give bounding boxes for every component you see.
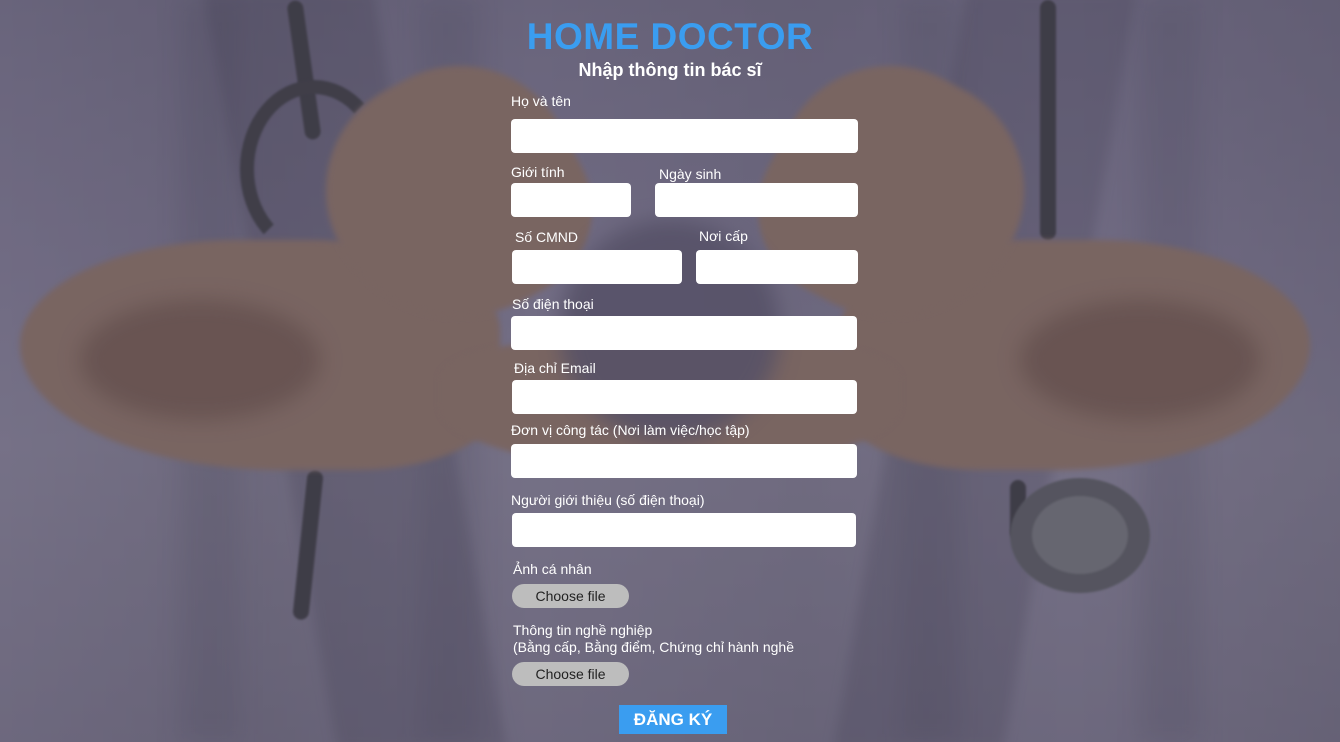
register-button[interactable]: ĐĂNG KÝ <box>619 705 727 734</box>
photo-label: Ảnh cá nhân <box>513 561 592 577</box>
app-title: HOME DOCTOR <box>526 16 814 57</box>
professional-info-sublabel: (Bằng cấp, Bằng điểm, Chứng chỉ hành ngh… <box>513 639 795 655</box>
email-label: Địa chỉ Email <box>514 360 596 376</box>
email-field[interactable] <box>512 380 857 414</box>
issue-place-label: Nơi cấp <box>699 228 748 244</box>
gender-label: Giới tính <box>511 164 565 180</box>
referrer-label: Người giới thiệu (số điện thoại) <box>511 492 705 508</box>
birthday-label: Ngày sinh <box>659 166 722 182</box>
photo-choose-file-button[interactable]: Choose file <box>512 584 629 608</box>
professional-info-label: Thông tin nghề nghiệp <box>513 622 653 638</box>
background-photo <box>0 0 1340 742</box>
workplace-field[interactable] <box>511 444 857 478</box>
full-name-label: Họ và tên <box>511 93 571 109</box>
id-number-label: Số CMND <box>515 229 579 245</box>
birthday-field[interactable] <box>655 183 858 217</box>
phone-field[interactable] <box>511 316 857 350</box>
id-number-field[interactable] <box>512 250 682 284</box>
workplace-label: Đơn vị công tác (Nơi làm việc/học tập) <box>511 422 750 438</box>
gender-field[interactable] <box>511 183 631 217</box>
form-subtitle: Nhập thông tin bác sĩ <box>578 60 762 80</box>
referrer-field[interactable] <box>512 513 856 547</box>
professional-choose-file-button[interactable]: Choose file <box>512 662 629 686</box>
phone-label: Số điện thoại <box>512 296 594 312</box>
issue-place-field[interactable] <box>696 250 858 284</box>
full-name-field[interactable] <box>511 119 858 153</box>
